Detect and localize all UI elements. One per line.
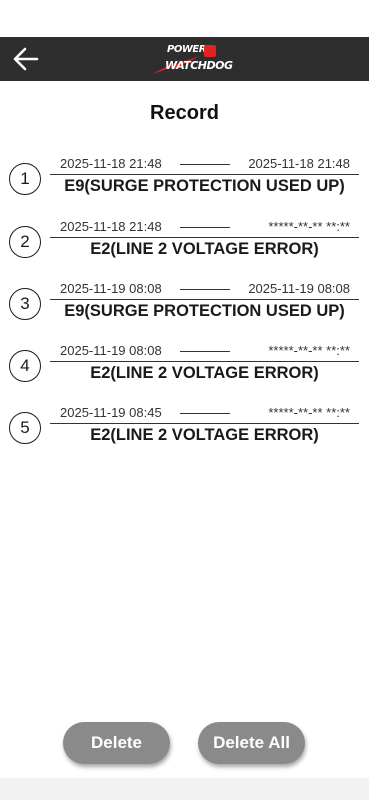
record-end-time: *****-**-** **:**: [268, 219, 350, 234]
record-index: 3: [9, 288, 41, 320]
record-item: 1 2025-11-18 21:48 2025-11-18 21:48 E9(S…: [0, 156, 369, 206]
record-start-time: 2025-11-19 08:08: [60, 281, 162, 296]
record-item: 3 2025-11-19 08:08 2025-11-19 08:08 E9(S…: [0, 281, 369, 331]
record-error: E2(LINE 2 VOLTAGE ERROR): [90, 426, 319, 444]
arrow-left-icon: [13, 47, 39, 71]
record-end-time: *****-**-** **:**: [268, 343, 350, 358]
divider: [50, 174, 359, 175]
record-index: 4: [9, 350, 41, 382]
divider: [50, 361, 359, 362]
delete-button[interactable]: Delete: [63, 722, 170, 764]
record-start-time: 2025-11-19 08:45: [60, 405, 162, 420]
logo-text-power: POWER: [167, 44, 206, 55]
record-item: 2 2025-11-18 21:48 *****-**-** **:** E2(…: [0, 219, 369, 269]
time-separator: [180, 351, 230, 352]
divider: [50, 299, 359, 300]
record-index: 1: [9, 163, 41, 195]
time-separator: [180, 164, 230, 165]
divider: [50, 423, 359, 424]
record-index: 5: [9, 412, 41, 444]
record-start-time: 2025-11-19 08:08: [60, 343, 162, 358]
page-title: Record: [150, 102, 219, 124]
record-item: 5 2025-11-19 08:45 *****-**-** **:** E2(…: [0, 405, 369, 455]
time-separator: [180, 413, 230, 414]
record-start-time: 2025-11-18 21:48: [60, 156, 162, 171]
time-separator: [180, 227, 230, 228]
time-separator: [180, 289, 230, 290]
app-header: POWER WATCHDOG: [0, 37, 369, 81]
record-end-time: 2025-11-19 08:08: [248, 281, 350, 296]
dog-icon: [204, 45, 216, 57]
delete-all-button[interactable]: Delete All: [198, 722, 305, 764]
record-index: 2: [9, 226, 41, 258]
power-watchdog-logo: POWER WATCHDOG: [150, 40, 233, 78]
record-start-time: 2025-11-18 21:48: [60, 219, 162, 234]
status-bar: [0, 0, 369, 37]
record-end-time: *****-**-** **:**: [268, 405, 350, 420]
record-error: E2(LINE 2 VOLTAGE ERROR): [90, 364, 319, 382]
back-button[interactable]: [8, 41, 44, 77]
divider: [50, 237, 359, 238]
record-error: E2(LINE 2 VOLTAGE ERROR): [90, 240, 319, 258]
record-error: E9(SURGE PROTECTION USED UP): [64, 302, 345, 320]
record-item: 4 2025-11-19 08:08 *****-**-** **:** E2(…: [0, 343, 369, 393]
record-end-time: 2025-11-18 21:48: [248, 156, 350, 171]
logo-text-watchdog: WATCHDOG: [165, 59, 233, 72]
record-error: E9(SURGE PROTECTION USED UP): [64, 177, 345, 195]
navigation-bar: [0, 778, 369, 800]
